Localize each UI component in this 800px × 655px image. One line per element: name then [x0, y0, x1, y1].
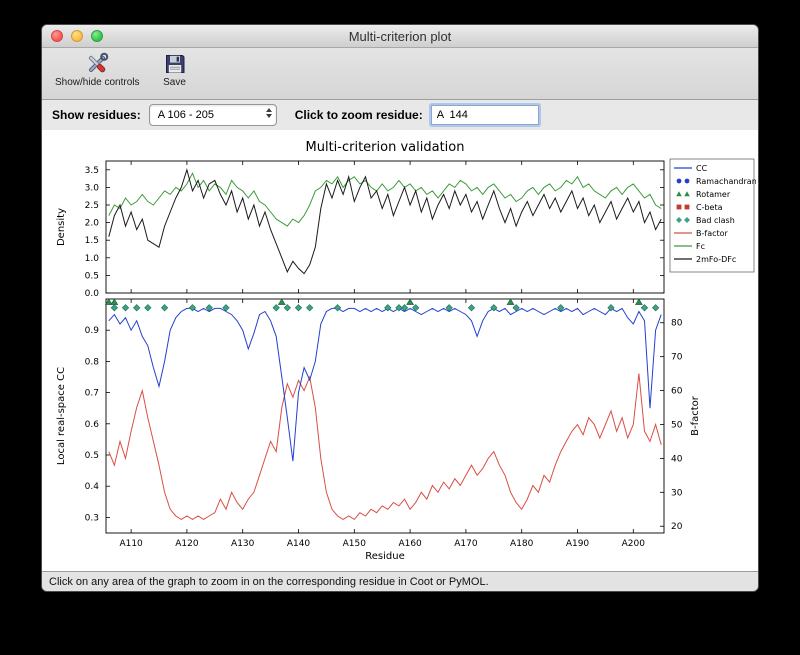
cc-line: [108, 307, 662, 462]
save-label: Save: [163, 77, 186, 88]
save-button[interactable]: Save: [159, 51, 191, 88]
bad-clash-marker: [294, 304, 303, 312]
legend-label: CC: [696, 164, 708, 173]
x-axis-label: Residue: [365, 551, 404, 562]
window-title: Multi-criterion plot: [348, 28, 452, 44]
plot-panel: Multi-criterion validation 0.0 0.5 1.0 1.5 2.…: [42, 130, 758, 571]
svg-text:2.0: 2.0: [85, 219, 100, 229]
legend-label: Rotamer: [696, 190, 731, 199]
svg-text:50: 50: [671, 420, 683, 430]
svg-text:0.9: 0.9: [85, 326, 100, 336]
svg-text:0.5: 0.5: [85, 451, 99, 461]
b-factor-line: [108, 373, 662, 521]
svg-text:0.5: 0.5: [85, 271, 99, 281]
svg-text:1.5: 1.5: [85, 236, 99, 246]
bfactor-axis-label: B-factor: [690, 395, 701, 436]
stepper-arrows-icon: [265, 108, 272, 118]
chart-title: Multi-criterion validation: [306, 140, 465, 155]
rotamer-marker: [277, 298, 286, 305]
rotamer-marker: [634, 298, 643, 305]
rotamer-marker: [406, 298, 415, 305]
svg-text:80: 80: [671, 319, 683, 329]
toolbar: Show/hide controls Save: [42, 48, 758, 100]
bad-clash-marker: [467, 304, 476, 312]
show-hide-controls-button[interactable]: Show/hide controls: [52, 51, 143, 88]
residue-range-select[interactable]: A 106 - 205: [148, 104, 277, 126]
residue-range-value: A 106 - 205: [157, 109, 214, 121]
svg-text:A190: A190: [566, 539, 590, 549]
svg-text:0.4: 0.4: [85, 482, 100, 492]
svg-text:0.0: 0.0: [85, 289, 100, 299]
svg-text:0.7: 0.7: [85, 389, 99, 399]
svg-text:30: 30: [671, 488, 683, 498]
2mfo-dfc-line: [108, 168, 662, 275]
svg-text:A160: A160: [398, 539, 422, 549]
title-bar[interactable]: Multi-criterion plot: [42, 25, 758, 48]
controls-row: Show residues: A 106 - 205 Click to zoom…: [42, 100, 758, 130]
minimize-button[interactable]: [71, 30, 83, 42]
legend-label: 2mFo-DFc: [696, 255, 736, 264]
svg-text:A200: A200: [622, 539, 646, 549]
maximize-button[interactable]: [91, 30, 103, 42]
density-axis-label: Density: [56, 208, 67, 246]
svg-text:A150: A150: [343, 539, 367, 549]
svg-text:A110: A110: [119, 539, 143, 549]
svg-text:70: 70: [671, 353, 683, 363]
legend-label: Ramachandran: [696, 177, 756, 186]
bad-clash-marker: [144, 304, 152, 312]
svg-text:0.3: 0.3: [85, 513, 99, 523]
cc-bfactor-series: [108, 307, 662, 521]
bad-clash-marker: [306, 304, 314, 312]
svg-text:0.6: 0.6: [85, 420, 100, 430]
bad-clash-marker: [121, 304, 130, 312]
svg-text:60: 60: [671, 387, 683, 397]
status-text: Click on any area of the graph to zoom i…: [49, 576, 489, 588]
rotamer-marker: [506, 298, 515, 305]
svg-text:2.5: 2.5: [85, 201, 99, 211]
show-hide-controls-label: Show/hide controls: [55, 77, 140, 88]
svg-text:3.0: 3.0: [85, 183, 100, 193]
svg-text:40: 40: [671, 454, 683, 464]
svg-text:3.5: 3.5: [85, 166, 99, 176]
svg-text:A140: A140: [287, 539, 311, 549]
bad-clash-marker: [133, 304, 141, 312]
svg-text:A130: A130: [231, 539, 255, 549]
bad-clash-marker: [110, 304, 118, 312]
svg-text:1.0: 1.0: [85, 254, 100, 264]
svg-text:A120: A120: [175, 539, 199, 549]
tools-icon: [84, 51, 110, 77]
window-buttons: [51, 30, 103, 42]
zoom-residue-label: Click to zoom residue:: [294, 108, 423, 122]
svg-text:0.8: 0.8: [85, 357, 100, 367]
zoom-residue-input[interactable]: [430, 105, 539, 125]
cc-axis-label: Local real-space CC: [56, 367, 67, 465]
axis-ticks: 0.0 0.5 1.0 1.5 2.0 2.5 3.0 3.5 A110 A120 A130 A140…: [85, 161, 683, 549]
save-icon: [162, 51, 188, 77]
app-window: Multi-criterion plot Show/hide controls: [41, 24, 759, 592]
status-bar: Click on any area of the graph to zoom i…: [42, 571, 758, 591]
density-series: [108, 168, 662, 275]
bad-clash-marker: [640, 304, 649, 312]
bad-clash-marker: [283, 304, 291, 312]
legend-label: Fc: [696, 242, 705, 251]
bad-clash-marker: [272, 304, 280, 312]
desktop-background: { "window": { "title": "Multi-criterion …: [0, 0, 800, 655]
bad-clash-marker: [160, 304, 169, 312]
show-residues-label: Show residues:: [52, 108, 141, 122]
svg-text:20: 20: [671, 522, 683, 532]
svg-text:A170: A170: [454, 539, 478, 549]
legend-label: Bad clash: [696, 216, 735, 225]
multi-criterion-plot[interactable]: Multi-criterion validation 0.0 0.5 1.0 1.5 2.…: [44, 135, 756, 571]
bad-clash-marker: [652, 304, 660, 312]
bottom-axes-frame: [105, 298, 665, 534]
legend-label: B-factor: [696, 229, 729, 238]
rotamer-marker: [110, 298, 119, 305]
fc-line: [108, 172, 662, 227]
svg-text:A180: A180: [510, 539, 534, 549]
legend-label: C-beta: [696, 203, 723, 212]
legend: CC Ramachandran Rotamer C-beta Bad clash B-fa…: [669, 158, 756, 273]
close-button[interactable]: [51, 30, 63, 42]
